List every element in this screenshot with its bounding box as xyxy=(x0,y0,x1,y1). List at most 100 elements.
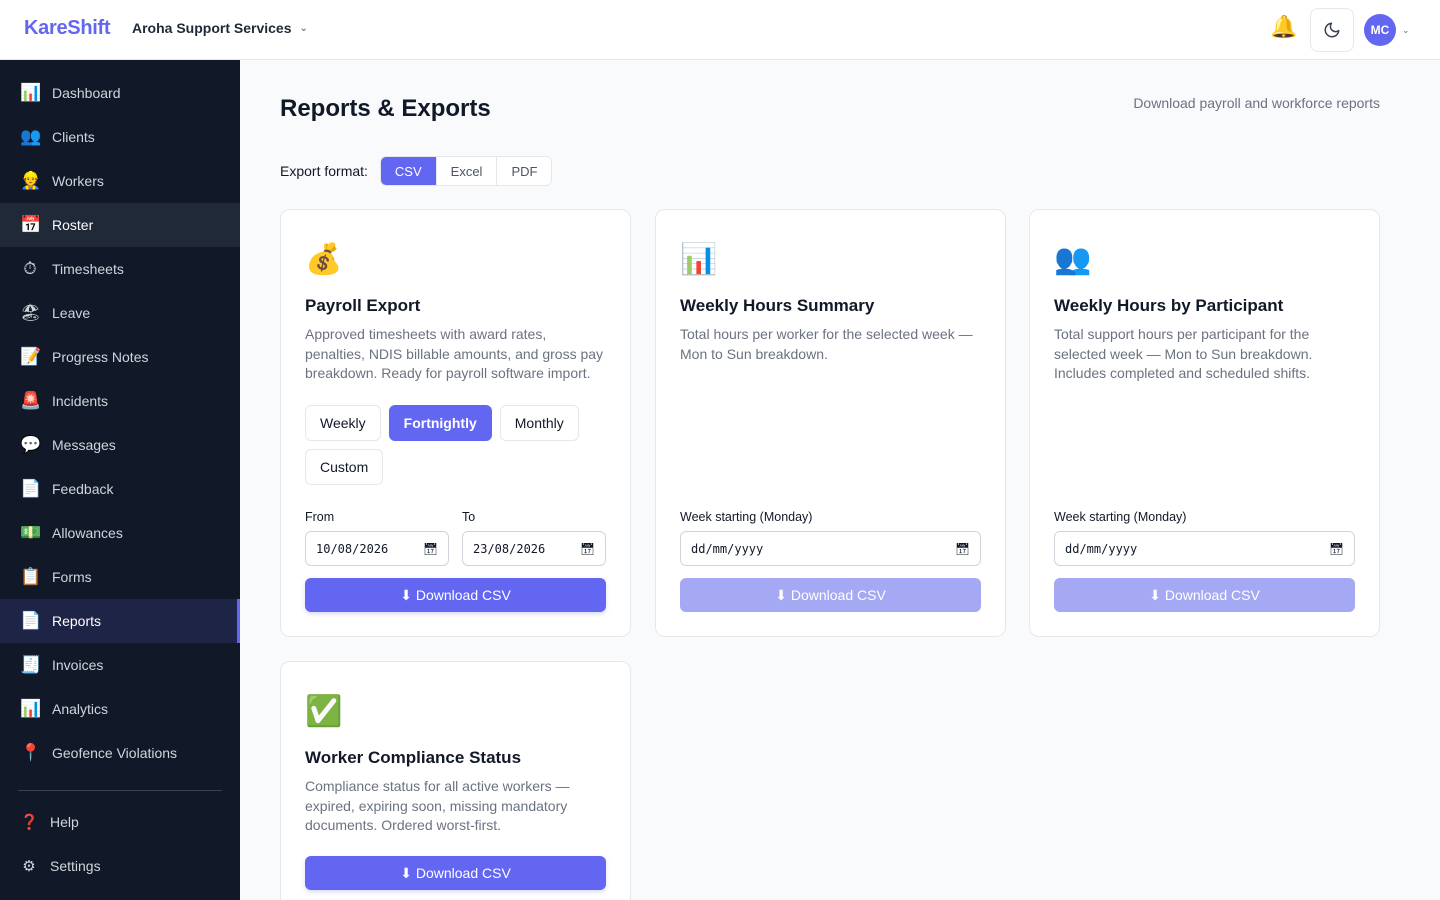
people-icon: 👥 xyxy=(1054,243,1092,276)
bar-chart-icon: 📊 xyxy=(20,699,42,718)
card-description: Total support hours per participant for … xyxy=(1054,326,1313,381)
from-date-value: 10/08/2026 xyxy=(316,541,389,556)
sidebar-item-workers[interactable]: 👷 Workers xyxy=(0,159,240,203)
calendar-icon[interactable]: 📅︎ xyxy=(580,542,595,556)
sidebar-item-label: Help xyxy=(50,814,79,830)
week-starting-value: dd/mm/yyyy xyxy=(691,541,764,556)
to-date-input[interactable]: 23/08/2026 📅︎ xyxy=(462,531,606,566)
sidebar-item-dashboard[interactable]: 📊 Dashboard xyxy=(0,71,240,115)
week-starting-label: Week starting (Monday) xyxy=(680,510,813,524)
participant-hours-card: 👥 Weekly Hours by Participant Total supp… xyxy=(1029,209,1380,637)
sidebar-item-incidents[interactable]: 🚨 Incidents xyxy=(0,379,240,423)
org-name: Aroha Support Services xyxy=(132,20,292,36)
sidebar-item-label: Incidents xyxy=(52,393,109,409)
calendar-icon[interactable]: 📅︎ xyxy=(423,542,438,556)
sidebar-item-label: Clients xyxy=(52,129,95,145)
sidebar-item-label: Feedback xyxy=(52,481,114,497)
period-weekly-button[interactable]: Weekly xyxy=(305,405,381,441)
dashboard-icon: 📊 xyxy=(20,83,42,102)
sidebar-item-geofence-violations[interactable]: 📍 Geofence Violations xyxy=(0,731,240,775)
sidebar-item-reports[interactable]: 📄 Reports xyxy=(0,599,240,643)
sidebar-item-label: Progress Notes xyxy=(52,349,149,365)
sidebar-item-label: Forms xyxy=(52,569,92,585)
sidebar-item-label: Analytics xyxy=(52,701,109,717)
card-title: Worker Compliance Status xyxy=(305,748,522,767)
week-starting-input[interactable]: dd/mm/yyyy 📅︎ xyxy=(680,531,981,566)
card-title: Weekly Hours Summary xyxy=(680,296,875,315)
beach-icon: 🏖 xyxy=(20,303,42,322)
sidebar-item-allowances[interactable]: 💵 Allowances xyxy=(0,511,240,555)
document-icon: 📄 xyxy=(20,479,42,498)
chevron-down-icon: ⌄ xyxy=(299,22,308,34)
compliance-download-button[interactable]: ⬇ Download CSV xyxy=(305,856,606,890)
weekly-hours-download-button[interactable]: ⬇ Download CSV xyxy=(680,578,981,612)
sidebar-item-label: Messages xyxy=(52,437,116,453)
top-bar: KareShift Aroha Support Services ⌄ 🔔 MC … xyxy=(0,0,1440,60)
clipboard-icon: 📋 xyxy=(20,567,42,586)
calendar-icon[interactable]: 📅︎ xyxy=(1329,542,1344,556)
sidebar-item-forms[interactable]: 📋 Forms xyxy=(0,555,240,599)
document-icon: 📄 xyxy=(20,611,42,630)
memo-icon: 📝 xyxy=(20,347,42,366)
user-menu[interactable]: MC ⌄ xyxy=(1364,14,1410,46)
notification-bell-icon[interactable]: 🔔 xyxy=(1270,14,1297,40)
org-switcher[interactable]: Aroha Support Services ⌄ xyxy=(132,20,308,36)
sidebar-item-help[interactable]: ❓ Help xyxy=(0,800,240,844)
stopwatch-icon: ⏱ xyxy=(23,259,37,278)
sidebar-nav: 📊 Dashboard 👥 Clients 👷 Workers 📅 Roster ⏱ Ti… xyxy=(0,60,240,792)
sidebar-item-label: Workers xyxy=(52,173,104,189)
sidebar-item-roster[interactable]: 📅 Roster xyxy=(0,203,240,247)
from-label: From xyxy=(305,510,335,524)
format-excel-button[interactable]: Excel xyxy=(436,157,498,185)
main-content: Reports & Exports Download payroll and w… xyxy=(240,60,1440,900)
sidebar-item-label: Roster xyxy=(52,217,94,233)
moon-icon xyxy=(1324,22,1340,38)
sidebar-item-timesheets[interactable]: ⏱ Timesheets xyxy=(0,247,240,291)
payroll-download-button[interactable]: ⬇ Download CSV xyxy=(305,578,606,612)
sidebar-item-label: Reports xyxy=(52,613,102,629)
sidebar: 📊 Dashboard 👥 Clients 👷 Workers 📅 Roster ⏱ Ti… xyxy=(0,60,240,900)
format-csv-button[interactable]: CSV xyxy=(380,157,437,185)
theme-toggle-button[interactable] xyxy=(1310,8,1354,52)
sidebar-item-leave[interactable]: 🏖 Leave xyxy=(0,291,240,335)
card-title: Payroll Export xyxy=(305,296,421,315)
sidebar-item-invoices[interactable]: 🧾 Invoices xyxy=(0,643,240,687)
sidebar-item-messages[interactable]: 💬 Messages xyxy=(0,423,240,467)
export-format-selector: CSV Excel PDF xyxy=(379,156,553,186)
export-format-row: Export format: CSV Excel PDF xyxy=(280,156,553,186)
compliance-card: ✅ Worker Compliance Status Compliance st… xyxy=(280,661,631,900)
from-date-input[interactable]: 10/08/2026 📅︎ xyxy=(305,531,449,566)
participant-hours-download-button[interactable]: ⬇ Download CSV xyxy=(1054,578,1355,612)
money-bag-icon: 💰 xyxy=(305,243,343,276)
week-starting-input[interactable]: dd/mm/yyyy 📅︎ xyxy=(1054,531,1355,566)
card-description: Total hours per worker for the selected … xyxy=(680,326,973,362)
sidebar-item-label: Allowances xyxy=(52,525,123,541)
sidebar-item-analytics[interactable]: 📊 Analytics xyxy=(0,687,240,731)
period-selector: Weekly Fortnightly Monthly Custom xyxy=(305,405,605,485)
sidebar-item-feedback[interactable]: 📄 Feedback xyxy=(0,467,240,511)
sidebar-item-clients[interactable]: 👥 Clients xyxy=(0,115,240,159)
card-description: Compliance status for all active workers… xyxy=(305,778,570,833)
sidebar-item-label: Invoices xyxy=(52,657,104,673)
bar-chart-icon: 📊 xyxy=(680,243,718,276)
clients-icon: 👥 xyxy=(20,127,42,146)
avatar: MC xyxy=(1364,14,1396,46)
question-icon: ❓ xyxy=(20,814,39,831)
page-title: Reports & Exports xyxy=(280,95,491,122)
calendar-icon[interactable]: 📅︎ xyxy=(955,542,970,556)
sidebar-item-label: Dashboard xyxy=(52,85,121,101)
sidebar-item-progress-notes[interactable]: 📝 Progress Notes xyxy=(0,335,240,379)
app-logo[interactable]: KareShift xyxy=(24,17,111,40)
sidebar-item-label: Settings xyxy=(50,858,101,874)
week-starting-label: Week starting (Monday) xyxy=(1054,510,1187,524)
format-pdf-button[interactable]: PDF xyxy=(497,157,552,185)
period-fortnightly-button[interactable]: Fortnightly xyxy=(388,405,492,441)
siren-icon: 🚨 xyxy=(20,391,42,410)
pin-icon: 📍 xyxy=(20,743,42,762)
sidebar-item-settings[interactable]: ⚙ Settings xyxy=(0,844,240,888)
period-monthly-button[interactable]: Monthly xyxy=(499,405,579,441)
period-custom-button[interactable]: Custom xyxy=(305,449,384,485)
calendar-icon: 📅 xyxy=(20,215,42,234)
card-description: Approved timesheets with award rates, pe… xyxy=(305,326,604,381)
card-title: Weekly Hours by Participant xyxy=(1054,296,1284,315)
